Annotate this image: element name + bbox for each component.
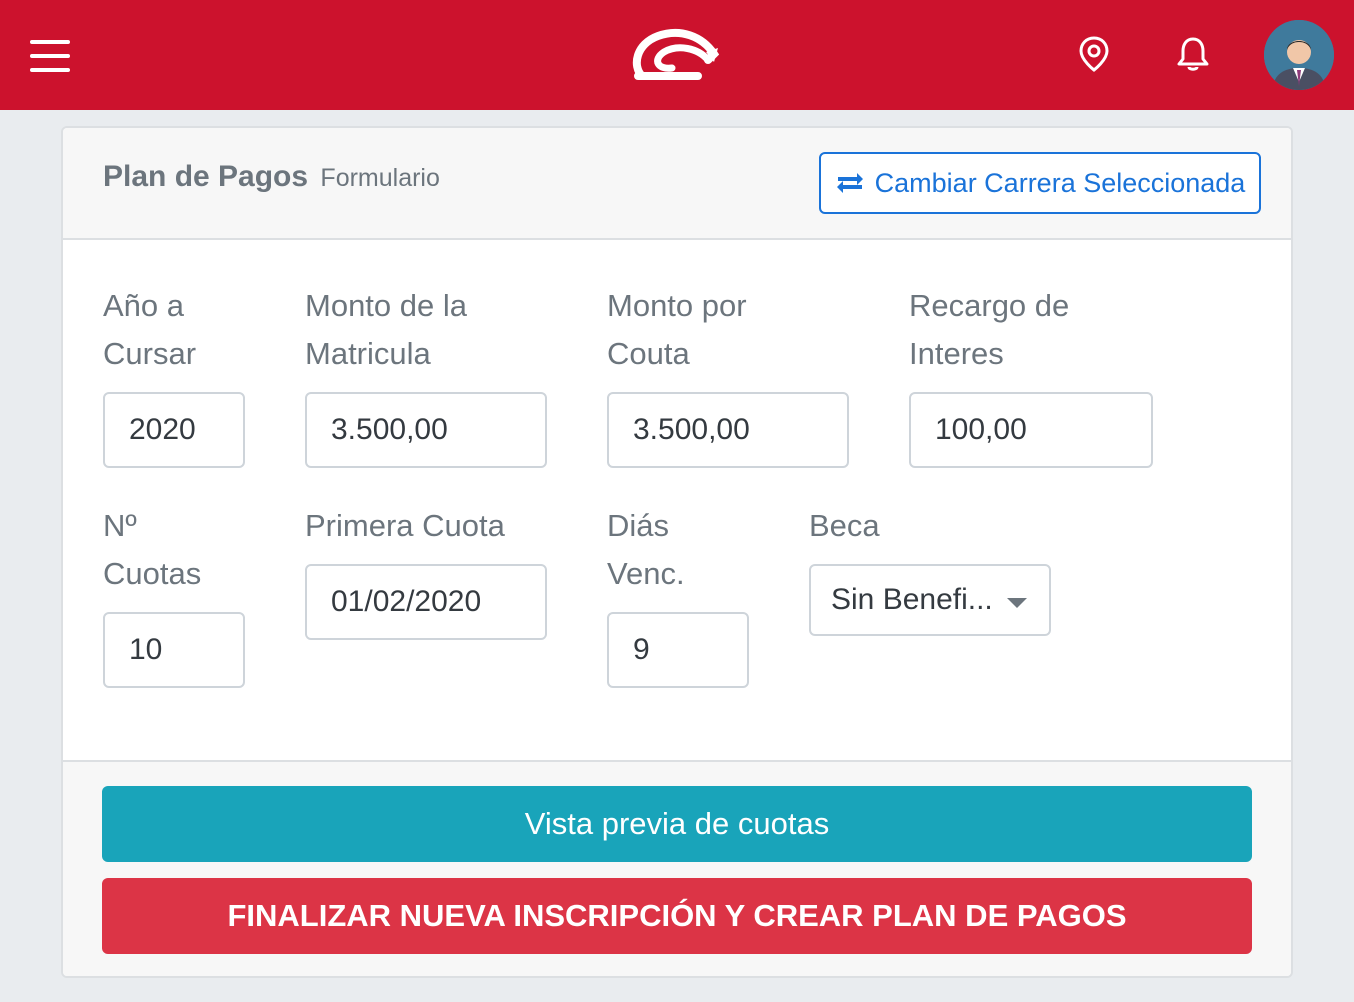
bell-icon[interactable] — [1173, 34, 1213, 74]
payment-plan-card: Plan de Pagos Formulario Cambiar Carrera… — [61, 126, 1293, 978]
field-dias-venc: Diás Venc. — [607, 502, 685, 598]
card-header: Plan de Pagos Formulario Cambiar Carrera… — [63, 128, 1291, 240]
chevron-down-icon — [1007, 598, 1027, 608]
preview-installments-button[interactable]: Vista previa de cuotas — [102, 786, 1252, 862]
n-cuotas-label-2: Cuotas — [103, 556, 202, 591]
preview-installments-label: Vista previa de cuotas — [524, 806, 830, 841]
change-career-button[interactable]: Cambiar Carrera Seleccionada — [819, 152, 1261, 214]
finalize-enrollment-label: FINALIZAR NUEVA INSCRIPCIÓN Y CREAR PLAN… — [227, 898, 1127, 933]
recargo-label-2: Interes — [909, 336, 1004, 371]
brand-logo[interactable] — [628, 26, 724, 86]
dias-venc-input[interactable]: 9 — [607, 612, 749, 688]
beca-label: Beca — [809, 508, 880, 543]
beca-select[interactable]: Sin Benefi... — [809, 564, 1051, 636]
anio-label-2: Cursar — [103, 336, 197, 371]
matricula-label-2: Matricula — [305, 336, 431, 371]
n-cuotas-label-1: Nº — [103, 508, 137, 543]
field-cuota: Monto por Couta — [607, 282, 747, 378]
n-cuotas-input[interactable]: 10 — [103, 612, 245, 688]
primera-cuota-input[interactable]: 01/02/2020 — [305, 564, 547, 640]
cuota-input[interactable]: 3.500,00 — [607, 392, 849, 468]
card-title-text: Plan de Pagos — [103, 160, 309, 193]
card-footer: Vista previa de cuotas FINALIZAR NUEVA I… — [63, 760, 1291, 976]
matricula-label-1: Monto de la — [305, 288, 467, 323]
dias-venc-label-2: Venc. — [607, 556, 685, 591]
anio-label-1: Año a — [103, 288, 185, 323]
field-primera-cuota: Primera Cuota — [305, 502, 505, 550]
dias-venc-label-1: Diás — [607, 508, 670, 543]
cuota-label-2: Couta — [607, 336, 690, 371]
map-pin-icon[interactable] — [1074, 34, 1114, 74]
recargo-input[interactable]: 100,00 — [909, 392, 1153, 468]
swap-arrows-icon — [836, 173, 863, 193]
finalize-enrollment-button[interactable]: FINALIZAR NUEVA INSCRIPCIÓN Y CREAR PLAN… — [102, 878, 1252, 954]
field-anio: Año a Cursar — [103, 282, 196, 378]
beca-selected-value: Sin Benefi... — [831, 583, 993, 616]
field-recargo: Recargo de Interes — [909, 282, 1069, 378]
field-beca: Beca — [809, 502, 880, 550]
hamburger-menu-icon[interactable] — [30, 40, 70, 72]
anio-input[interactable]: 2020 — [103, 392, 245, 468]
matricula-input[interactable]: 3.500,00 — [305, 392, 547, 468]
field-n-cuotas: Nº Cuotas — [103, 502, 201, 598]
recargo-label-1: Recargo de — [909, 288, 1070, 323]
primera-cuota-label: Primera Cuota — [305, 508, 505, 543]
user-avatar[interactable] — [1264, 20, 1334, 90]
top-navbar — [0, 0, 1354, 110]
field-matricula: Monto de la Matricula — [305, 282, 467, 378]
card-title: Plan de Pagos Formulario — [103, 160, 440, 194]
change-career-label: Cambiar Carrera Seleccionada — [874, 167, 1246, 198]
card-subtitle: Formulario — [320, 164, 440, 192]
cuota-label-1: Monto por — [607, 288, 747, 323]
